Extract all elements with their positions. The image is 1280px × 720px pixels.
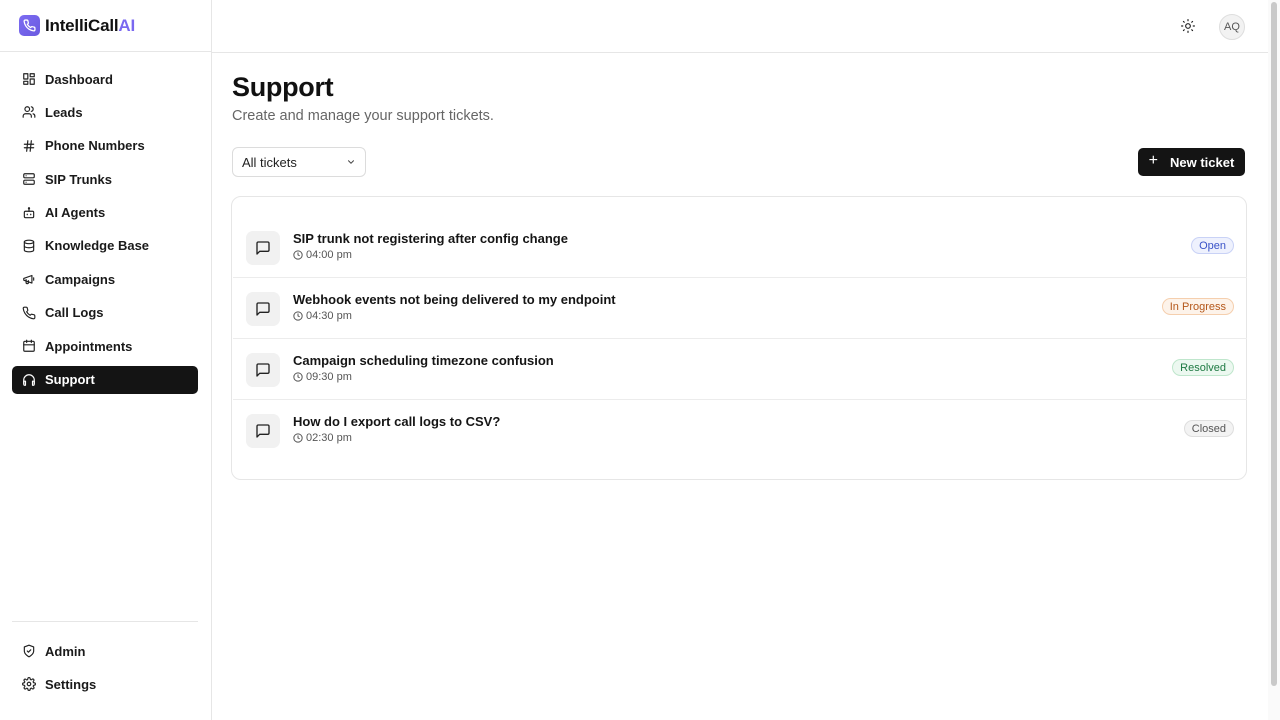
- ticket-time: 09:30 pm: [293, 371, 352, 383]
- new-ticket-label: New ticket: [1170, 154, 1235, 170]
- sidebar-nav: Dashboard Leads Phone Numbers SIP Trunks…: [12, 65, 198, 399]
- server-icon: [23, 173, 35, 186]
- dashboard-icon: [23, 73, 35, 85]
- sidebar-item-settings[interactable]: Settings: [12, 670, 198, 698]
- sun-icon: [1181, 19, 1195, 33]
- table-row[interactable]: Campaign scheduling timezone confusion 0…: [233, 339, 1247, 400]
- database-icon: [23, 239, 35, 253]
- status-badge: Open: [1191, 237, 1234, 254]
- theme-toggle-button[interactable]: [1179, 17, 1197, 35]
- sidebar-item-label: AI Agents: [45, 205, 106, 221]
- avatar[interactable]: AQ: [1219, 14, 1245, 40]
- message-square-icon: [246, 292, 280, 326]
- message-square-icon: [246, 414, 280, 448]
- page-subtitle: Create and manage your support tickets.: [232, 108, 494, 124]
- sidebar-item-label: Leads: [45, 104, 83, 120]
- sidebar-item-label: Dashboard: [45, 71, 113, 87]
- ticket-time: 04:30 pm: [293, 310, 352, 322]
- status-badge: In Progress: [1161, 298, 1234, 315]
- phone-icon: [22, 306, 36, 320]
- bot-icon: [23, 206, 35, 218]
- clock-icon: [293, 433, 303, 443]
- clock-icon: [293, 372, 303, 382]
- sidebar-item-label: Admin: [45, 643, 86, 659]
- status-badge: Closed: [1183, 420, 1234, 437]
- ticket-title: SIP trunk not registering after config c…: [293, 231, 568, 246]
- filter-selected-value: All tickets: [242, 154, 297, 170]
- ticket-time: 02:30 pm: [293, 432, 352, 444]
- sidebar-item-label: Support: [45, 372, 95, 388]
- page-title: Support: [232, 72, 334, 102]
- brand[interactable]: IntelliCallAI: [0, 0, 211, 52]
- sidebar-item-sip-trunks[interactable]: SIP Trunks: [12, 165, 198, 193]
- sidebar-item-phone-numbers[interactable]: Phone Numbers: [12, 132, 198, 160]
- hash-icon: [23, 139, 35, 152]
- megaphone-icon: [23, 275, 35, 285]
- calendar-icon: [23, 339, 35, 352]
- sidebar-item-dashboard[interactable]: Dashboard: [12, 65, 198, 93]
- sidebar-item-campaigns[interactable]: Campaigns: [12, 265, 198, 293]
- clock-icon: [293, 250, 303, 260]
- ticket-filter-select[interactable]: All tickets: [232, 147, 366, 177]
- ticket-title: Campaign scheduling timezone confusion: [293, 353, 554, 368]
- ticket-title: How do I export call logs to CSV?: [293, 414, 501, 429]
- sidebar-bottom-nav: Admin Settings: [12, 621, 198, 704]
- shield-icon: [23, 644, 35, 658]
- ticket-list: SIP trunk not registering after config c…: [231, 196, 1247, 480]
- brand-name: IntelliCallAI: [45, 15, 135, 35]
- sidebar-item-label: Knowledge Base: [45, 238, 150, 254]
- status-badge: Resolved: [1172, 359, 1234, 376]
- ticket-time: 04:00 pm: [293, 249, 352, 261]
- sidebar-item-label: SIP Trunks: [45, 171, 112, 187]
- sidebar-item-knowledge-base[interactable]: Knowledge Base: [12, 232, 198, 260]
- message-square-icon: [246, 231, 280, 265]
- gear-icon: [22, 677, 36, 692]
- sidebar-item-label: Appointments: [45, 338, 133, 354]
- sidebar-item-call-logs[interactable]: Call Logs: [12, 299, 198, 327]
- sidebar-item-label: Campaigns: [45, 271, 116, 287]
- table-row[interactable]: How do I export call logs to CSV? 02:30 …: [233, 400, 1247, 461]
- phone-logo-icon: [19, 15, 40, 36]
- headphones-icon: [23, 373, 35, 386]
- sidebar-item-label: Call Logs: [45, 305, 104, 321]
- users-icon: [22, 106, 36, 119]
- ticket-title: Webhook events not being delivered to my…: [293, 292, 616, 307]
- scrollbar-thumb[interactable]: [1271, 2, 1277, 686]
- scrollbar[interactable]: [1268, 0, 1280, 720]
- sidebar: IntelliCallAI Dashboard Leads Phone Numb…: [0, 0, 212, 720]
- chevron-down-icon: [348, 160, 354, 164]
- message-square-icon: [246, 353, 280, 387]
- table-row[interactable]: SIP trunk not registering after config c…: [233, 217, 1247, 278]
- sidebar-item-ai-agents[interactable]: AI Agents: [12, 199, 198, 227]
- sidebar-item-label: Phone Numbers: [45, 138, 145, 154]
- sidebar-item-support[interactable]: Support: [12, 365, 198, 394]
- sidebar-item-label: Settings: [45, 676, 97, 692]
- sidebar-item-admin[interactable]: Admin: [12, 637, 198, 665]
- sidebar-item-leads[interactable]: Leads: [12, 98, 198, 126]
- topbar: AQ: [212, 0, 1268, 53]
- new-ticket-button[interactable]: + New ticket: [1138, 148, 1245, 176]
- sidebar-item-appointments[interactable]: Appointments: [12, 332, 198, 360]
- clock-icon: [293, 311, 303, 321]
- table-row[interactable]: Webhook events not being delivered to my…: [233, 278, 1247, 339]
- plus-icon: +: [1148, 152, 1159, 169]
